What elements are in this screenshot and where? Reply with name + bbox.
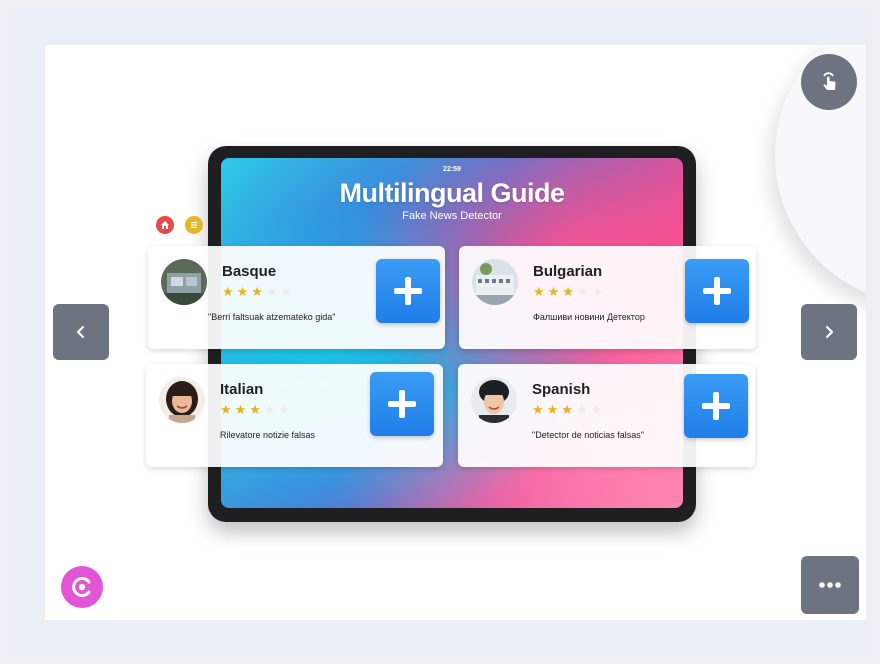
chevron-left-icon xyxy=(76,325,85,339)
card-language: Spanish xyxy=(532,381,591,398)
plus-icon xyxy=(394,277,422,305)
status-clock: 22:59 xyxy=(443,166,461,173)
add-bulgarian-button[interactable] xyxy=(685,259,749,323)
slide-stage: 22:59 Multilingual Guide Fake News Detec… xyxy=(45,45,866,620)
avatar xyxy=(471,377,517,423)
card-language: Bulgarian xyxy=(533,263,603,280)
rating-stars: ★★★★★ xyxy=(222,284,296,299)
card-phrase: "Berri faltsuak atzemateko gida" xyxy=(208,312,336,322)
home-icon[interactable] xyxy=(156,216,174,234)
rating-stars: ★★★★★ xyxy=(220,402,294,417)
avatar xyxy=(159,377,205,423)
plus-icon xyxy=(703,277,731,305)
card-language: Italian xyxy=(220,381,264,398)
plus-icon xyxy=(388,390,416,418)
touch-interaction-button[interactable] xyxy=(801,54,857,110)
more-dots-icon xyxy=(819,582,841,588)
viewer-frame: 22:59 Multilingual Guide Fake News Detec… xyxy=(8,8,872,656)
language-card-spanish[interactable]: Spanish ★★★★★ "Detector de noticias fals… xyxy=(458,364,755,467)
chevron-right-icon xyxy=(825,325,834,339)
plus-icon xyxy=(702,392,730,420)
card-language: Basque xyxy=(222,263,277,280)
card-phrase: "Detector de noticias falsas" xyxy=(532,430,644,440)
card-phrase: Фалшиви новини Детектор xyxy=(533,312,645,322)
add-basque-button[interactable] xyxy=(376,259,440,323)
app-subtitle: Fake News Detector xyxy=(402,210,502,222)
touch-icon xyxy=(823,72,836,90)
language-card-italian[interactable]: Italian ★★★★★ Rilevatore notizie falsas xyxy=(146,364,443,467)
add-spanish-button[interactable] xyxy=(684,374,748,438)
list-icon[interactable] xyxy=(185,216,203,234)
next-slide-button[interactable] xyxy=(801,304,857,360)
language-card-basque[interactable]: Basque ★★★★★ "Berri faltsuak atzemateko … xyxy=(148,246,445,349)
avatar xyxy=(472,259,518,305)
more-options-button[interactable] xyxy=(801,556,859,614)
rating-stars: ★★★★★ xyxy=(532,402,606,417)
rating-stars: ★★★★★ xyxy=(533,284,607,299)
card-phrase: Rilevatore notizie falsas xyxy=(220,430,316,440)
add-italian-button[interactable] xyxy=(370,372,434,436)
app-title: Multilingual Guide xyxy=(339,178,565,208)
brand-logo-icon[interactable] xyxy=(61,566,103,608)
language-card-bulgarian[interactable]: Bulgarian ★★★★★ Фалшиви новини Детектор xyxy=(459,246,756,349)
previous-slide-button[interactable] xyxy=(53,304,109,360)
avatar xyxy=(161,259,207,305)
